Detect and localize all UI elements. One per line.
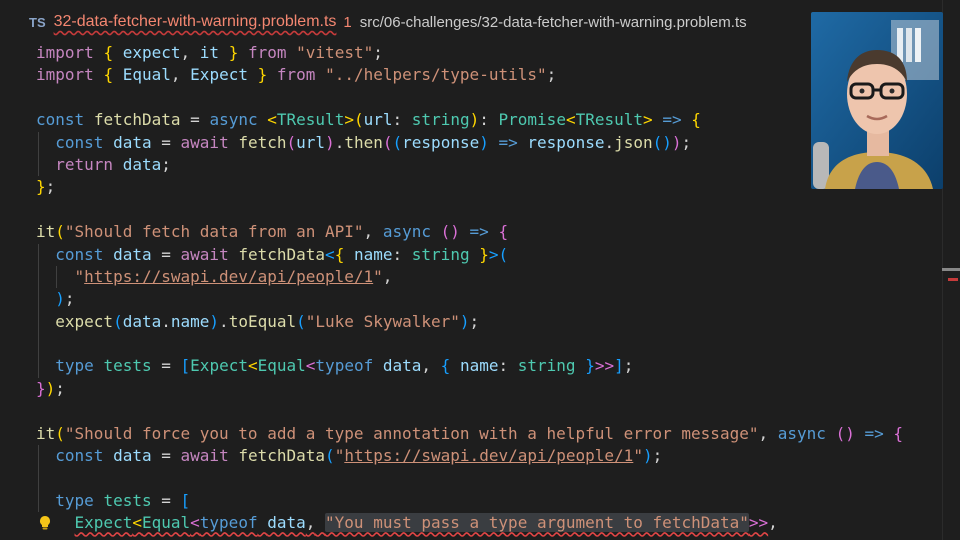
code-line-18: it("Should force you to add a type annot… (36, 423, 904, 443)
type-error-expression[interactable]: Expect<Equal<typeof data, "You must pass… (75, 513, 768, 533)
api-url-link-2[interactable]: https://swapi.dev/api/people/1 (344, 446, 633, 465)
code-line-13: expect(data.name).toEqual("Luke Skywalke… (0, 310, 940, 334)
code-line-5: const data = await fetch(url).then((resp… (0, 131, 940, 154)
code-line-21: type tests = [ (0, 489, 940, 513)
tab-problem-count: 1 (343, 13, 352, 31)
code-line-12: ); (0, 288, 940, 311)
code-line-15: type tests = [Expect<Equal<typeof data, … (0, 355, 940, 378)
tab-file-name[interactable]: 32-data-fetcher-with-warning.problem.ts (54, 13, 337, 31)
code-line-20 (0, 467, 940, 490)
code-line-22: Expect<Equal<typeof data, "You must pass… (0, 512, 940, 534)
code-line-11: "https://swapi.dev/api/people/1", (0, 265, 940, 289)
code-line-10: const data = await fetchData<{ name: str… (0, 243, 940, 266)
code-line-14 (0, 333, 940, 356)
code-editor[interactable]: import { expect, it } from "vitest"; imp… (0, 42, 940, 535)
presenter-webcam (811, 12, 943, 189)
code-line-1: import { expect, it } from "vitest"; (36, 43, 383, 62)
code-line-7: }; (36, 177, 56, 197)
api-url-link[interactable]: https://swapi.dev/api/people/1 (84, 267, 373, 286)
code-line-6: return data; (0, 153, 940, 177)
code-line-19: const data = await fetchData("https://sw… (0, 445, 940, 468)
code-line-2: import { Equal, Expect } from "../helper… (36, 65, 557, 85)
code-line-16: }); (36, 378, 65, 398)
error-overview-marker (948, 278, 958, 281)
scrollbar-thumb[interactable] (942, 268, 960, 271)
lightbulb-icon[interactable] (38, 515, 52, 531)
code-line-4: const fetchData = async <TResult>(url: s… (36, 110, 701, 130)
code-line-9: it("Should fetch data from an API", asyn… (36, 222, 509, 242)
tab-file-path: src/06-challenges/32-data-fetcher-with-w… (359, 13, 747, 31)
typescript-file-icon: TS (29, 14, 46, 30)
